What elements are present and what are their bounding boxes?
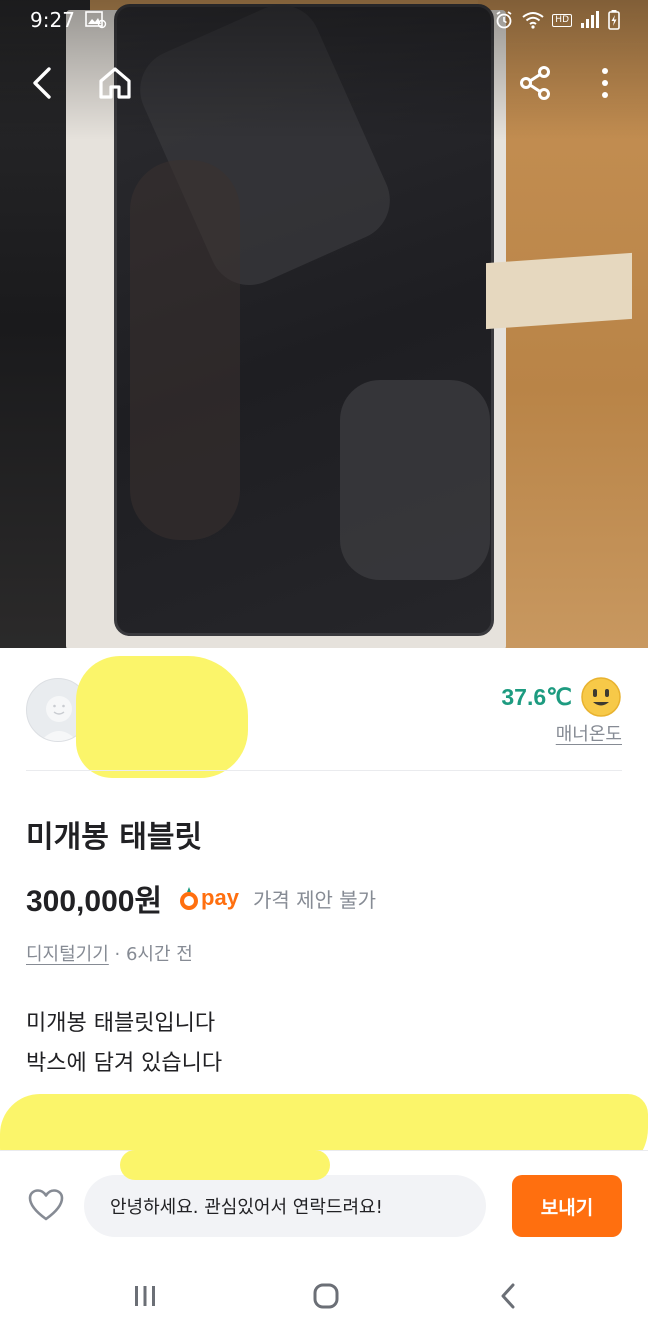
manner-temperature-label[interactable]: 매너온도 bbox=[556, 720, 622, 746]
section-divider bbox=[26, 770, 622, 771]
posted-time: 6시간 전 bbox=[125, 944, 193, 965]
chat-message-input[interactable]: 안녕하세요. 관심있어서 연락드려요! bbox=[84, 1175, 486, 1237]
price-offer-status: 가격 제안 불가 bbox=[252, 887, 377, 912]
back-icon bbox=[33, 67, 51, 99]
photo-reflection bbox=[340, 380, 490, 580]
home-circle-icon bbox=[313, 1283, 339, 1309]
heart-icon bbox=[28, 1189, 64, 1221]
wifi-icon bbox=[522, 12, 544, 29]
system-home-button[interactable] bbox=[301, 1276, 351, 1316]
manner-temperature-value: 37.6℃ bbox=[501, 683, 572, 710]
pay-label: pay bbox=[201, 885, 239, 910]
carrot-icon bbox=[180, 887, 199, 910]
home-icon bbox=[99, 67, 131, 99]
hd-voice-badge: HD bbox=[552, 13, 572, 27]
send-button[interactable]: 보내기 bbox=[512, 1175, 622, 1237]
status-left: 9:27 bbox=[30, 8, 107, 32]
redacted-description bbox=[120, 1150, 330, 1180]
share-icon bbox=[520, 66, 550, 100]
photo-reflection bbox=[130, 160, 240, 540]
product-description: 미개봉 태블릿입니다 박스에 담겨 있습니다 bbox=[26, 1004, 222, 1084]
back-chevron-icon bbox=[501, 1283, 515, 1309]
share-button[interactable] bbox=[510, 58, 560, 108]
status-right: HD bbox=[494, 10, 620, 30]
product-meta: 디지털기기 · 6시간 전 bbox=[26, 940, 193, 966]
photo-tape bbox=[486, 252, 632, 330]
more-button[interactable] bbox=[580, 58, 630, 108]
system-back-button[interactable] bbox=[483, 1276, 533, 1316]
karrot-pay-badge: pay bbox=[180, 885, 239, 911]
top-navigation bbox=[0, 58, 648, 108]
alarm-icon bbox=[496, 11, 512, 29]
recent-apps-button[interactable] bbox=[120, 1276, 170, 1316]
status-time: 9:27 bbox=[30, 8, 75, 32]
recent-apps-icon bbox=[135, 1286, 155, 1306]
battery-icon bbox=[608, 10, 620, 30]
redacted-seller-name bbox=[76, 656, 248, 778]
home-button[interactable] bbox=[90, 58, 140, 108]
product-price: 300,000원 bbox=[26, 885, 163, 918]
description-line: 미개봉 태블릿입니다 bbox=[26, 1011, 216, 1036]
description-line: 박스에 담겨 있습니다 bbox=[26, 1051, 223, 1076]
price-row: 300,000원 pay 가격 제안 불가 bbox=[26, 876, 376, 920]
product-title: 미개봉 태블릿 bbox=[26, 820, 203, 855]
system-navigation-bar bbox=[0, 1260, 648, 1332]
back-button[interactable] bbox=[18, 58, 68, 108]
status-bar: 9:27 HD bbox=[0, 0, 648, 40]
gallery-notification-icon bbox=[85, 11, 107, 29]
manner-temperature[interactable]: 37.6℃ bbox=[501, 676, 622, 718]
meta-separator: · bbox=[108, 944, 126, 965]
category-link[interactable]: 디지털기기 bbox=[26, 944, 109, 965]
signal-icon bbox=[581, 11, 599, 28]
like-button[interactable] bbox=[26, 1185, 66, 1225]
more-icon bbox=[602, 68, 608, 98]
smile-face-icon bbox=[581, 677, 621, 717]
